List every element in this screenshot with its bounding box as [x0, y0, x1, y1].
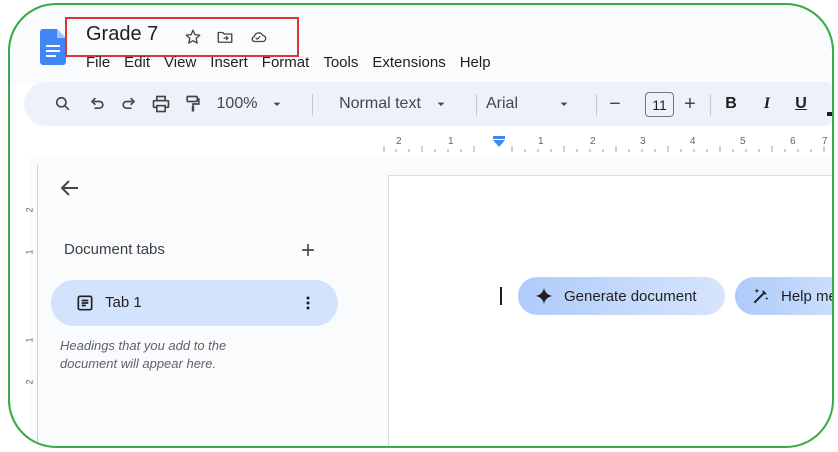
- move-to-folder-icon[interactable]: [216, 28, 234, 46]
- document-title[interactable]: Grade 7: [86, 23, 158, 46]
- docs-logo-icon[interactable]: [40, 29, 66, 65]
- sparkle-icon: [535, 287, 553, 305]
- vertical-ruler-number: 2: [24, 207, 35, 213]
- font-size-input[interactable]: 11: [645, 92, 674, 117]
- magic-pen-icon: [753, 288, 769, 304]
- text-color-bar[interactable]: [827, 112, 835, 116]
- add-tab-icon[interactable]: [298, 240, 318, 260]
- vertical-ruler-number: 1: [24, 249, 35, 255]
- decrease-font-size-button[interactable]: −: [604, 93, 626, 115]
- help-me-write-label: Help me: [781, 287, 837, 305]
- menu-tools[interactable]: Tools: [323, 54, 358, 71]
- undo-icon[interactable]: [86, 93, 108, 115]
- toolbar: 100% Normal text Arial − 11 + B I U: [24, 82, 838, 126]
- zoom-select[interactable]: 100%: [216, 93, 286, 115]
- document-outline-icon: [77, 295, 93, 311]
- menu-view[interactable]: View: [164, 54, 196, 71]
- search-menus-icon[interactable]: [52, 93, 74, 115]
- star-icon[interactable]: [184, 28, 202, 46]
- menu-format[interactable]: Format: [262, 54, 310, 71]
- paragraph-style-select[interactable]: Normal text: [324, 93, 464, 115]
- text-cursor: [500, 287, 502, 305]
- back-arrow-icon[interactable]: [58, 176, 82, 200]
- paint-format-icon[interactable]: [182, 93, 204, 115]
- generate-document-chip[interactable]: Generate document: [518, 277, 725, 315]
- chevron-down-icon: [437, 102, 445, 106]
- font-value: Arial: [486, 95, 519, 112]
- menu-file[interactable]: File: [86, 54, 110, 71]
- menu-edit[interactable]: Edit: [124, 54, 150, 71]
- toolbar-divider: [476, 94, 477, 116]
- underline-button[interactable]: U: [790, 93, 812, 115]
- bold-button[interactable]: B: [720, 93, 742, 115]
- toolbar-divider: [596, 94, 597, 116]
- vertical-ruler-number: 2: [24, 379, 35, 385]
- italic-button[interactable]: I: [756, 93, 778, 115]
- horizontal-ruler[interactable]: 2 1 1 2 3 4 5 6 7: [378, 134, 838, 154]
- redo-icon[interactable]: [118, 93, 140, 115]
- generate-document-label: Generate document: [564, 287, 697, 305]
- outline-hint-text: Headings that you add to the document wi…: [60, 338, 227, 371]
- toolbar-divider: [710, 94, 711, 116]
- font-select[interactable]: Arial: [486, 93, 586, 115]
- increase-font-size-button[interactable]: +: [679, 93, 701, 115]
- tab-label: Tab 1: [105, 294, 142, 311]
- ruler-ticks: [383, 146, 825, 152]
- zoom-value: 100%: [216, 95, 258, 112]
- more-options-icon[interactable]: [298, 293, 318, 313]
- toolbar-divider: [312, 94, 313, 116]
- chevron-down-icon: [274, 102, 281, 106]
- document-tabs-heading: Document tabs: [64, 241, 165, 258]
- help-me-write-chip[interactable]: Help me: [735, 277, 838, 315]
- print-icon[interactable]: [150, 93, 172, 115]
- menu-help[interactable]: Help: [460, 54, 491, 71]
- menu-bar: File Edit View Insert Format Tools Exten…: [86, 54, 491, 71]
- vertical-ruler-number: 1: [24, 337, 35, 343]
- menu-extensions[interactable]: Extensions: [372, 54, 445, 71]
- paragraph-style-value: Normal text: [339, 95, 421, 112]
- tab-item-tab-1[interactable]: Tab 1: [51, 280, 338, 326]
- chevron-down-icon: [560, 102, 568, 106]
- vertical-ruler[interactable]: 2 1 1 2: [25, 165, 38, 445]
- menu-insert[interactable]: Insert: [210, 54, 248, 71]
- cloud-saved-icon[interactable]: [248, 28, 268, 46]
